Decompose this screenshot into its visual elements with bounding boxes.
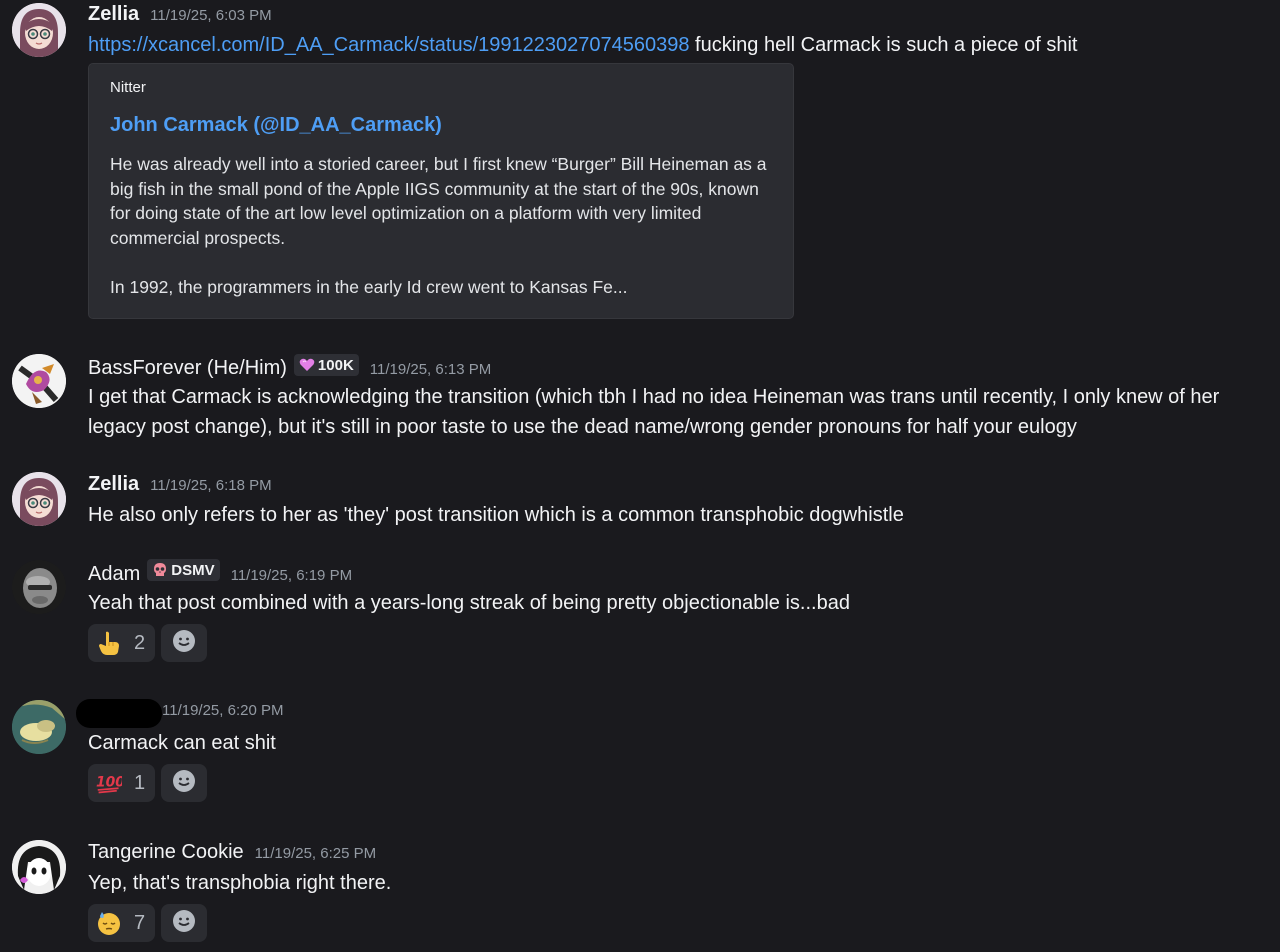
timestamp: 11/19/25, 6:13 PM bbox=[369, 361, 492, 378]
message-content: https://xcancel.com/ID_AA_Carmack/status… bbox=[88, 30, 1077, 60]
reactions-bar: 100 1 bbox=[88, 764, 208, 802]
emoji-smile-icon bbox=[172, 769, 196, 798]
avatar[interactable] bbox=[12, 3, 66, 57]
avatar[interactable] bbox=[12, 840, 66, 894]
timestamp: 11/19/25, 6:20 PM bbox=[162, 702, 284, 719]
reactions-bar: 2 bbox=[88, 624, 208, 662]
hundred-points-icon: 100 bbox=[96, 770, 122, 796]
link-embed: Nitter John Carmack (@ID_AA_Carmack) He … bbox=[88, 63, 794, 319]
message-text: He also only refers to her as 'they' pos… bbox=[88, 504, 904, 526]
sleepy-sweat-face-icon bbox=[96, 910, 122, 936]
emoji-smile-icon bbox=[172, 629, 196, 658]
redacted-username bbox=[76, 699, 162, 728]
server-tag-label: DSMV bbox=[171, 561, 215, 579]
timestamp: 11/19/25, 6:18 PM bbox=[150, 477, 272, 494]
avatar[interactable] bbox=[12, 472, 66, 526]
username[interactable]: BassForever (He/Him) bbox=[88, 357, 287, 380]
point-up-hand-icon bbox=[96, 630, 122, 656]
message-link[interactable]: https://xcancel.com/ID_AA_Carmack/status… bbox=[88, 34, 689, 56]
add-reaction-button[interactable] bbox=[161, 764, 208, 802]
reaction-count: 7 bbox=[134, 911, 146, 934]
reaction-count: 2 bbox=[134, 631, 146, 654]
embed-accent-bar bbox=[89, 64, 93, 318]
username[interactable]: Zellia bbox=[88, 3, 139, 26]
message-text: Yeah that post combined with a years-lon… bbox=[88, 592, 850, 614]
avatar[interactable] bbox=[12, 700, 66, 754]
heart-icon bbox=[299, 358, 315, 372]
message-text: I get that Carmack is acknowledging the … bbox=[88, 386, 1220, 438]
avatar[interactable] bbox=[12, 560, 66, 614]
add-reaction-button[interactable] bbox=[161, 624, 208, 662]
username[interactable]: Zellia bbox=[88, 473, 139, 496]
username[interactable]: Adam bbox=[88, 563, 140, 586]
emoji-smile-icon bbox=[172, 909, 196, 938]
reaction-point-up[interactable]: 2 bbox=[88, 624, 156, 662]
server-tag-label: 100K bbox=[317, 356, 354, 374]
message-text: Yep, that's transphobia right there. bbox=[88, 872, 392, 894]
embed-title[interactable]: John Carmack (@ID_AA_Carmack) bbox=[110, 114, 442, 137]
reaction-sleepy-sweat[interactable]: 7 bbox=[88, 904, 156, 942]
embed-description: He was already well into a storied caree… bbox=[110, 154, 767, 297]
timestamp: 11/19/25, 6:19 PM bbox=[230, 567, 353, 584]
timestamp: 11/19/25, 6:03 PM bbox=[150, 7, 272, 24]
message-text: fucking hell Carmack is such a piece of … bbox=[695, 34, 1078, 56]
username[interactable]: Tangerine Cookie bbox=[88, 841, 244, 864]
add-reaction-button[interactable] bbox=[161, 904, 208, 942]
reaction-count: 1 bbox=[134, 771, 146, 794]
chat-messages: Zellia 11/19/25, 6:03 PM https://xcancel… bbox=[0, 0, 1280, 952]
message-text: Carmack can eat shit bbox=[88, 732, 276, 754]
server-tag[interactable]: 100K bbox=[293, 354, 359, 376]
server-tag[interactable]: DSMV bbox=[147, 559, 220, 581]
embed-provider: Nitter bbox=[110, 79, 146, 96]
skull-icon bbox=[152, 562, 168, 578]
reaction-hundred[interactable]: 100 1 bbox=[88, 764, 156, 802]
reactions-bar: 7 bbox=[88, 904, 208, 942]
avatar[interactable] bbox=[12, 354, 66, 408]
timestamp: 11/19/25, 6:25 PM bbox=[254, 845, 377, 862]
